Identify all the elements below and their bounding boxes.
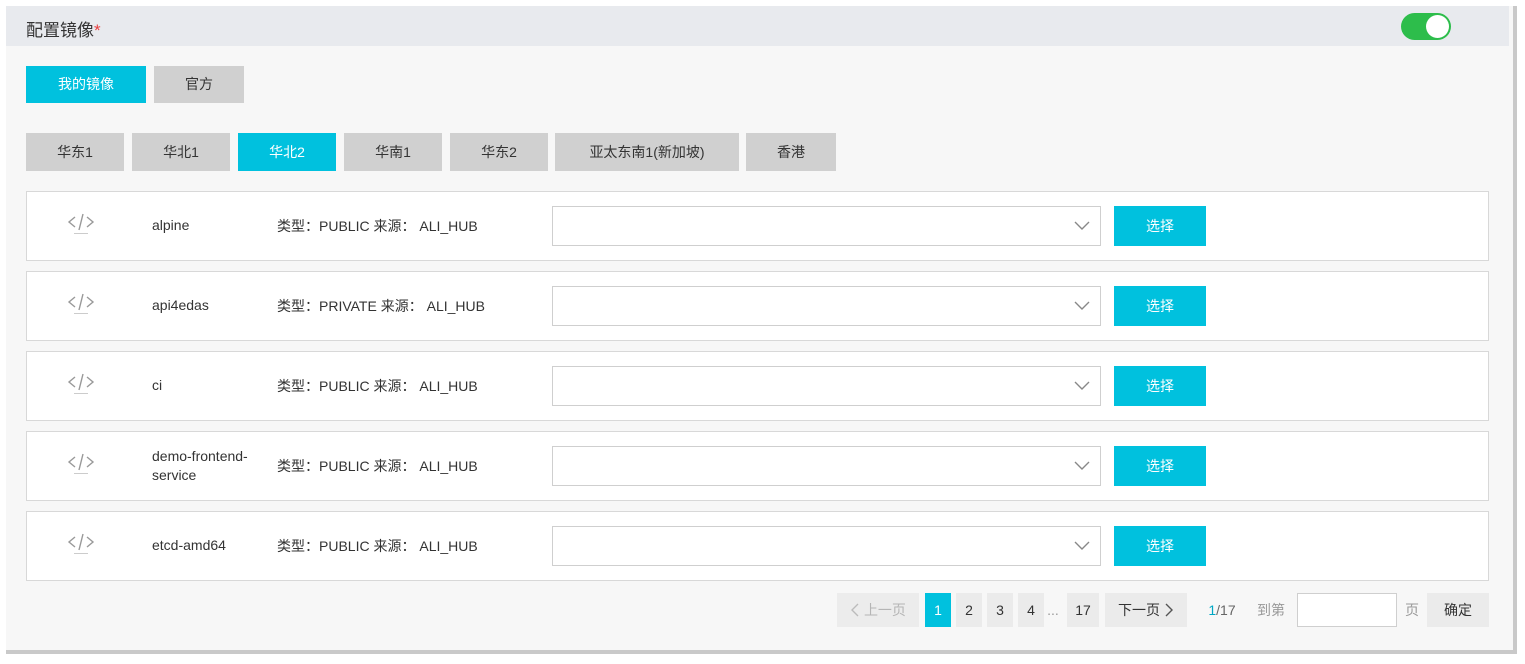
image-row: demo-frontend-service 类型：PUBLIC 来源： ALI_… — [26, 431, 1489, 501]
next-page-button[interactable]: 下一页 — [1105, 593, 1187, 627]
toggle-knob — [1426, 15, 1449, 38]
enable-toggle[interactable] — [1401, 13, 1451, 40]
page-title: 配置镜像* — [26, 16, 101, 41]
image-name: etcd-amd64 — [152, 537, 226, 553]
choose-button[interactable]: 选择 — [1114, 206, 1206, 246]
region-tab-hongkong[interactable]: 香港 — [746, 133, 836, 171]
image-meta: 类型：PUBLIC 来源： ALI_HUB — [277, 218, 478, 234]
region-tab-singapore[interactable]: 亚太东南1(新加坡) — [555, 133, 739, 171]
image-name: demo-frontend-service — [152, 448, 248, 483]
region-tab-huadong2[interactable]: 华东2 — [450, 133, 548, 171]
region-tab-huabei1[interactable]: 华北1 — [132, 133, 230, 171]
image-meta: 类型：PUBLIC 来源： ALI_HUB — [277, 378, 478, 394]
page-indicator: 1/17 — [1204, 593, 1240, 627]
image-name: alpine — [152, 217, 190, 233]
version-select[interactable] — [552, 286, 1101, 326]
goto-label: 到第 — [1257, 602, 1285, 618]
choose-button[interactable]: 选择 — [1114, 286, 1206, 326]
version-select[interactable] — [552, 446, 1101, 486]
total-pages: /17 — [1216, 602, 1236, 618]
region-tab-huabei2[interactable]: 华北2 — [238, 133, 336, 171]
chevron-down-icon — [1074, 221, 1090, 230]
image-row: etcd-amd64 类型：PUBLIC 来源： ALI_HUB 选择 — [26, 511, 1489, 581]
page-ellipsis: ... — [1047, 602, 1059, 618]
required-mark: * — [94, 21, 101, 40]
code-icon — [67, 453, 95, 474]
region-tab-huadong1[interactable]: 华东1 — [26, 133, 124, 171]
choose-button[interactable]: 选择 — [1114, 366, 1206, 406]
image-meta: 类型：PRIVATE 来源： ALI_HUB — [277, 298, 485, 314]
code-icon — [67, 533, 95, 554]
page-2-button[interactable]: 2 — [956, 593, 982, 627]
choose-button[interactable]: 选择 — [1114, 446, 1206, 486]
prev-page-button[interactable]: 上一页 — [837, 593, 919, 627]
tab-official[interactable]: 官方 — [154, 66, 244, 103]
version-select[interactable] — [552, 206, 1101, 246]
page-3-button[interactable]: 3 — [987, 593, 1013, 627]
chevron-down-icon — [1074, 301, 1090, 310]
prev-page-label: 上一页 — [863, 602, 906, 618]
image-row: alpine 类型：PUBLIC 来源： ALI_HUB 选择 — [26, 191, 1489, 261]
image-meta: 类型：PUBLIC 来源： ALI_HUB — [277, 458, 478, 474]
config-image-panel: 配置镜像* 我的镜像 官方 华东1 华北1 华北2 华南1 华东2 亚太东南1(… — [6, 6, 1517, 654]
code-icon — [67, 373, 95, 394]
image-row: ci 类型：PUBLIC 来源： ALI_HUB 选择 — [26, 351, 1489, 421]
goto-page-input[interactable] — [1297, 593, 1397, 627]
image-meta: 类型：PUBLIC 来源： ALI_HUB — [277, 538, 478, 554]
page-4-button[interactable]: 4 — [1018, 593, 1044, 627]
region-tab-huanan1[interactable]: 华南1 — [344, 133, 442, 171]
version-select[interactable] — [552, 366, 1101, 406]
title-text: 配置镜像 — [26, 21, 94, 40]
confirm-goto-button[interactable]: 确定 — [1427, 593, 1489, 627]
chevron-down-icon — [1074, 461, 1090, 470]
chevron-down-icon — [1074, 541, 1090, 550]
chevron-left-icon — [851, 603, 859, 617]
code-icon — [67, 213, 95, 234]
image-name: ci — [152, 377, 163, 393]
page-17-button[interactable]: 17 — [1067, 593, 1099, 627]
page-unit-label: 页 — [1405, 602, 1419, 618]
tab-my-images[interactable]: 我的镜像 — [26, 66, 146, 103]
chevron-right-icon — [1165, 603, 1173, 617]
choose-button[interactable]: 选择 — [1114, 526, 1206, 566]
code-icon — [67, 293, 95, 314]
next-page-label: 下一页 — [1118, 602, 1161, 618]
chevron-down-icon — [1074, 381, 1090, 390]
image-name: api4edas — [152, 297, 209, 313]
image-row: api4edas 类型：PRIVATE 来源： ALI_HUB 选择 — [26, 271, 1489, 341]
version-select[interactable] — [552, 526, 1101, 566]
page-1-button[interactable]: 1 — [925, 593, 951, 627]
panel-header: 配置镜像* — [6, 6, 1509, 46]
current-page: 1 — [1208, 602, 1217, 618]
